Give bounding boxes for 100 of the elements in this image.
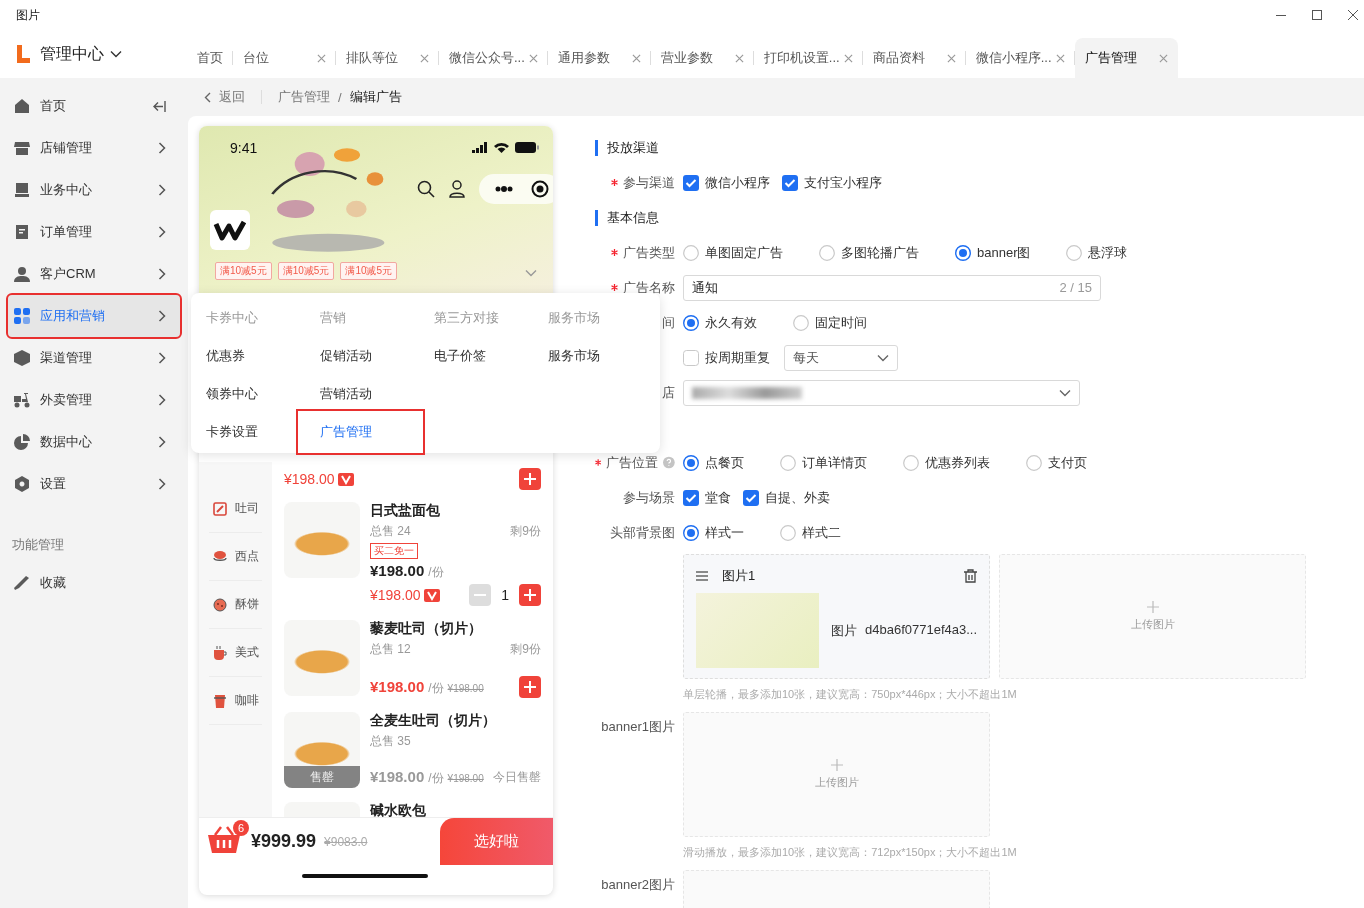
user-icon[interactable] [449,180,465,198]
menu-item[interactable]: 优惠券 [199,337,307,375]
checkbox-option[interactable]: 自提、外卖 [743,488,830,507]
radio-option[interactable]: 样式二 [780,523,841,542]
category-item[interactable]: 酥饼 [209,581,262,629]
sidebar-item[interactable]: 首页 [8,85,180,127]
radio-icon[interactable] [1066,244,1083,261]
checkbox-icon[interactable] [683,349,699,366]
biscuit-icon [212,597,227,612]
trash-icon[interactable] [964,569,977,583]
radio-option[interactable]: 永久有效 [683,313,757,332]
checkbox-option[interactable]: 堂食 [683,488,731,507]
sidebar-item[interactable]: 外卖管理 [8,379,180,421]
more-icon[interactable] [495,186,513,192]
sidebar-item[interactable]: 订单管理 [8,211,180,253]
tab[interactable]: 台位 [233,38,336,78]
chevron-down-icon[interactable] [877,353,889,362]
scooter-icon [14,392,30,408]
menu-item[interactable]: 营销活动 [313,375,421,413]
radio-icon[interactable] [780,454,796,471]
chevron-down-icon[interactable] [110,50,122,58]
chevron-right-icon [158,142,166,154]
tab[interactable]: 排队等位 [336,38,439,78]
checkbox-icon[interactable] [743,489,759,506]
tab[interactable]: 打印机设置... [753,38,863,78]
radio-option[interactable]: 单图固定广告 [683,243,783,262]
hint-text: 单层轮播，最多添加10张，建议宽高：750px*446px；大小不超出1M [683,687,1018,702]
radio-option[interactable]: 优惠券列表 [903,453,990,472]
category-item[interactable]: 美式 [209,629,262,677]
sidebar-item[interactable]: 店铺管理 [8,127,180,169]
tab[interactable]: 微信小程序... [965,38,1075,78]
radio-option[interactable]: 多图轮播广告 [819,243,919,262]
select-field[interactable] [683,379,1080,406]
radio-icon[interactable] [683,524,699,541]
checkbox-option[interactable]: 支付宝小程序 [782,173,882,192]
menu-item[interactable]: 促销活动 [313,337,421,375]
sidebar-item[interactable]: 业务中心 [8,169,180,211]
document-icon [14,224,30,240]
back-link[interactable]: 返回 [204,88,245,106]
tab[interactable]: 通用参数 [547,38,651,78]
category-item[interactable]: 吐司 [209,485,262,533]
tab[interactable]: 广告管理 [1074,38,1178,78]
tab[interactable]: 首页 [187,38,233,78]
chevron-down-icon[interactable] [1059,388,1071,397]
radio-icon[interactable] [780,524,796,541]
sidebar-item[interactable]: 数据中心 [8,421,180,463]
add-button[interactable] [519,468,541,490]
checkbox-icon[interactable] [683,489,699,506]
section-title: 投放渠道 [595,140,1353,156]
radio-icon[interactable] [955,244,971,261]
field-label: 参与场景 [623,488,675,507]
maximize-icon[interactable] [1312,10,1322,20]
menu-item[interactable]: 卡券设置 [199,413,307,451]
radio-option[interactable]: 订单详情页 [780,453,867,472]
category-item[interactable]: 咖啡 [209,677,262,725]
sidebar-item[interactable]: 应用和营销 [8,295,180,337]
sidebar-item[interactable]: 渠道管理 [8,337,180,379]
add-button[interactable] [519,584,541,606]
radio-option[interactable]: 固定时间 [793,313,867,332]
sidebar-item[interactable]: 客户CRM [8,253,180,295]
collapse-icon[interactable] [153,100,166,112]
radio-option[interactable]: 点餐页 [683,453,744,472]
toast-icon [212,501,227,516]
checkbox-icon[interactable] [782,174,798,191]
input-field[interactable]: 通知 2 / 15 [683,274,1101,301]
checkbox-icon[interactable] [683,174,699,191]
brand-menu[interactable]: 管理中心 [40,43,122,65]
radio-icon[interactable] [683,314,699,331]
menu-item[interactable]: 电子价签 [427,337,535,375]
breadcrumb-link[interactable]: 广告管理 [278,88,330,106]
drag-handle-icon[interactable] [696,571,708,581]
menu-capsule[interactable] [479,174,553,204]
sidebar-item[interactable]: 设置 [8,463,180,505]
cup-icon [212,645,227,660]
radio-icon[interactable] [903,454,919,471]
tab[interactable]: 微信公众号... [439,38,548,78]
category-item[interactable]: 西点 [209,533,262,581]
tab[interactable]: 商品资料 [862,38,966,78]
radio-icon[interactable] [793,314,809,331]
radio-icon[interactable] [1026,454,1042,471]
search-icon[interactable] [417,180,435,198]
checkbox-option[interactable]: 微信小程序 [683,173,770,192]
radio-icon[interactable] [683,454,699,471]
cart-badge: 6 [233,820,249,836]
sidebar-item[interactable]: 收藏 [8,562,180,604]
menu-item[interactable]: 领券中心 [199,375,307,413]
checkbox-option[interactable]: 按周期重复 [683,348,770,367]
radio-option[interactable]: 悬浮球 [1066,243,1128,262]
radio-option[interactable]: 支付页 [1026,453,1087,472]
tab[interactable]: 营业参数 [650,38,754,78]
radio-option[interactable]: 样式一 [683,523,744,542]
radio-option[interactable]: banner图 [955,243,1031,262]
close-icon[interactable] [1348,10,1358,20]
section-title: 功能管理 [12,536,65,554]
radio-icon[interactable] [683,244,699,261]
radio-icon[interactable] [819,244,835,261]
select-field[interactable]: 每天 [784,344,898,371]
target-icon[interactable] [531,180,549,198]
add-button[interactable] [519,676,541,698]
menu-item[interactable]: 服务市场 [541,337,649,375]
